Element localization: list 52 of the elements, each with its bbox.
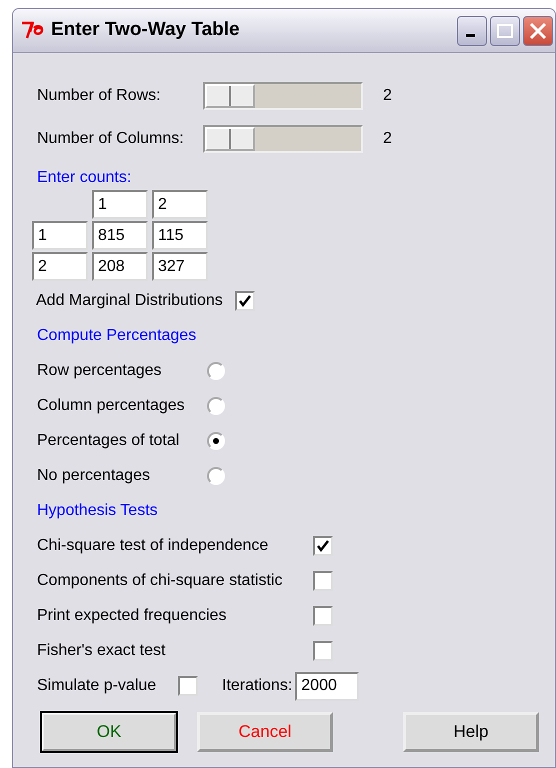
option-label: Simulate p-value xyxy=(37,676,158,696)
option-label: Print expected frequencies xyxy=(37,606,228,626)
column-header-field[interactable]: 1 xyxy=(92,190,148,219)
field-label: Iterations: xyxy=(222,676,292,696)
checkmark-icon xyxy=(238,294,252,308)
option-label: No percentages xyxy=(37,466,151,486)
slider-value: 2 xyxy=(383,128,392,148)
close-icon xyxy=(529,22,547,40)
slider-label: Number of Columns: xyxy=(37,128,185,148)
slider-label: Number of Rows: xyxy=(37,86,162,106)
slider-track[interactable] xyxy=(203,82,363,110)
section-heading: Hypothesis Tests xyxy=(37,500,159,520)
maximize-icon xyxy=(497,22,513,38)
option-label: Column percentages xyxy=(37,396,186,416)
slider-track[interactable] xyxy=(203,124,363,152)
minimize-button[interactable] xyxy=(457,16,487,46)
count-field[interactable]: 208 xyxy=(92,252,148,281)
option-label: Row percentages xyxy=(37,360,163,380)
count-field[interactable]: 115 xyxy=(152,221,208,250)
ok-button[interactable]: OK xyxy=(41,712,177,752)
help-button[interactable]: Help xyxy=(403,712,539,752)
radio-button[interactable] xyxy=(207,362,225,380)
checkbox[interactable] xyxy=(178,676,198,696)
count-field[interactable]: 327 xyxy=(152,252,208,281)
checkbox[interactable] xyxy=(313,640,333,660)
option-label: Fisher's exact test xyxy=(37,640,166,660)
checkbox[interactable] xyxy=(313,536,333,556)
option-label: Percentages of total xyxy=(37,430,180,450)
column-header-field[interactable]: 2 xyxy=(152,190,208,219)
checkbox[interactable] xyxy=(313,570,333,590)
checkbox[interactable] xyxy=(234,290,255,310)
minimize-icon xyxy=(466,34,475,36)
iterations-field[interactable]: 2000 xyxy=(295,672,360,700)
slider-value: 2 xyxy=(383,86,392,106)
radio-button[interactable] xyxy=(207,396,225,414)
row-header-field[interactable]: 2 xyxy=(32,252,88,281)
count-field[interactable]: 815 xyxy=(92,221,148,250)
row-header-field[interactable]: 1 xyxy=(32,221,88,250)
radio-button[interactable] xyxy=(207,432,225,450)
slider-thumb[interactable] xyxy=(205,126,255,150)
section-heading: Enter counts: xyxy=(37,168,132,188)
option-label: Add Marginal Distributions xyxy=(36,290,223,310)
checkmark-icon xyxy=(316,538,330,552)
section-heading: Compute Percentages xyxy=(37,326,198,346)
maximize-button[interactable] xyxy=(490,16,520,46)
radio-button[interactable] xyxy=(207,466,225,484)
window-title: Enter Two-Way Table xyxy=(51,18,241,42)
close-button[interactable] xyxy=(523,16,553,46)
option-label: Chi-square test of independence xyxy=(37,536,270,556)
checkbox[interactable] xyxy=(313,606,333,626)
slider-thumb[interactable] xyxy=(205,84,255,108)
option-label: Components of chi-square statistic xyxy=(37,570,284,590)
